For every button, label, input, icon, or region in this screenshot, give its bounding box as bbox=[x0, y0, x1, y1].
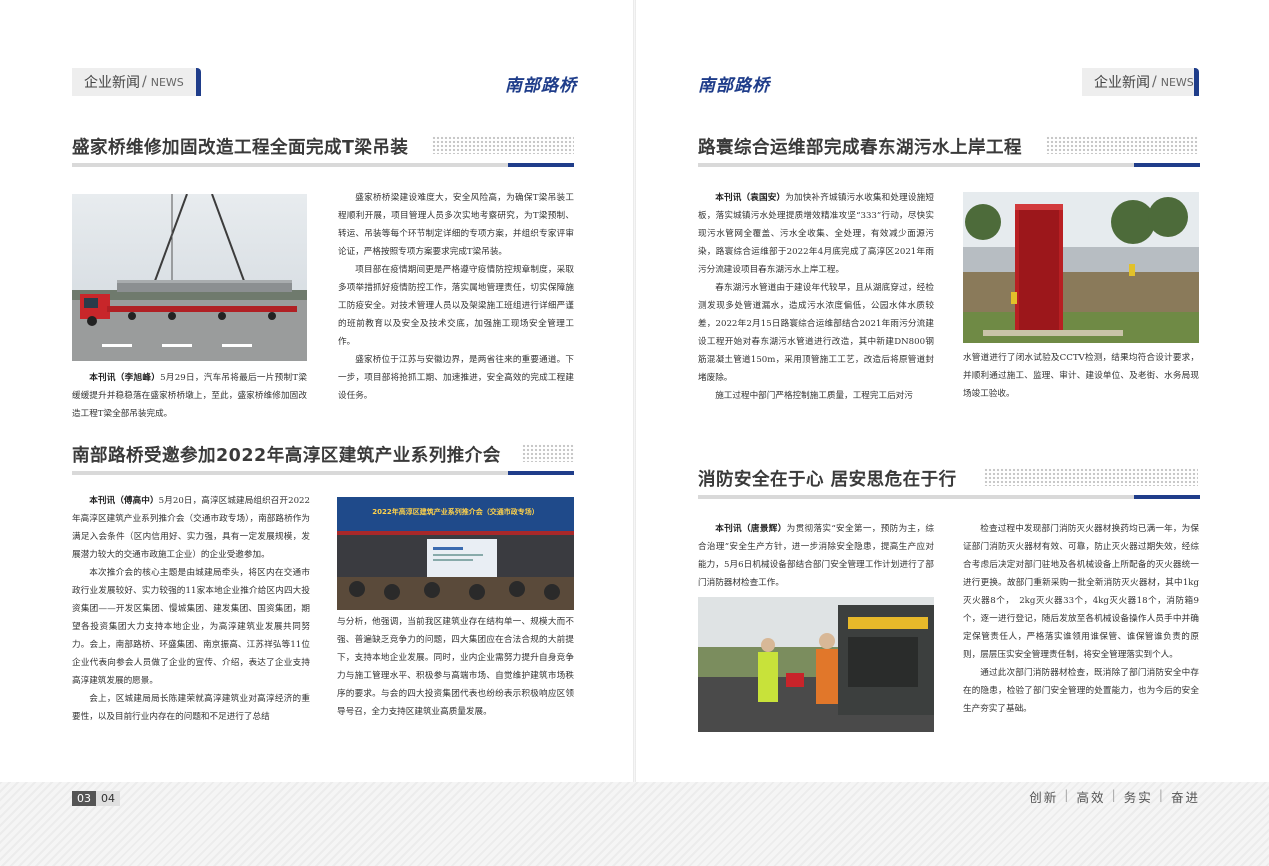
paragraph: 与分析，他强调，当前我区建筑业存在结构单一、规模大而不强、普遍缺乏竞争力的问题，… bbox=[337, 617, 574, 717]
headline-rule bbox=[72, 471, 574, 475]
fire-extinguisher-photo bbox=[698, 597, 934, 732]
article-headline: 路寰综合运维部完成春东湖污水上岸工程 bbox=[698, 138, 1022, 158]
headline-dots bbox=[1046, 136, 1198, 154]
slogan-separator: | bbox=[1064, 787, 1071, 802]
article-body: 本刊讯（袁国安）为加快补齐城镇污水收集和处理设施短板，落实城镇污水处理提质增效精… bbox=[698, 189, 934, 405]
article-lead: 本刊讯（袁国安） bbox=[715, 193, 786, 203]
page-spine bbox=[633, 0, 636, 866]
paragraph: 项目部在疫情期间更是严格遵守疫情防控规章制度，采取多项举措抓好疫情防控工作，落实… bbox=[338, 265, 574, 347]
slogan-word: 奋进 bbox=[1170, 790, 1200, 805]
footer-slogan: 创新 | 高效 | 务实 | 奋进 bbox=[1029, 787, 1200, 806]
article-body: 本刊讯（唐景辉）为贯彻落实“安全第一，预防为主，综合治理”安全生产方针，进一步消… bbox=[698, 520, 934, 592]
paragraph: 盛家桥桥梁建设难度大，安全风险高，为确保T梁吊装工程顺利开展，项目管理人员多次实… bbox=[338, 193, 574, 257]
sewer-shaft-photo bbox=[963, 192, 1199, 343]
article-body-cont: 与分析，他强调，当前我区建筑业存在结构单一、规模大而不强、普遍缺乏竞争力的问题，… bbox=[337, 613, 574, 721]
paragraph: 检查过程中发现部门消防灭火器材换药均已满一年，为保证部门消防灭火器材有效、可靠，… bbox=[963, 524, 1199, 660]
headline-dots bbox=[984, 468, 1198, 486]
headline-rule bbox=[72, 163, 574, 167]
page-number-right: 04 bbox=[96, 791, 120, 806]
paragraph: 盛家桥位于江苏与安徽边界，是两省往来的重要通道。下一步，项目部将抢抓工期、加速推… bbox=[338, 355, 574, 401]
meeting-banner: 2022年高淳区建筑产业系列推介会（交通市政专场） bbox=[372, 508, 539, 516]
article-headline: 盛家桥维修加固改造工程全面完成T梁吊装 bbox=[72, 138, 409, 158]
article-body: 盛家桥桥梁建设难度大，安全风险高，为确保T梁吊装工程顺利开展，项目管理人员多次实… bbox=[338, 189, 574, 405]
article-lead: 本刊讯（唐景辉） bbox=[715, 524, 787, 534]
slogan-word: 高效 bbox=[1076, 790, 1106, 805]
headline-rule bbox=[698, 163, 1200, 167]
meeting-photo: 2022年高淳区建筑产业系列推介会（交通市政专场） bbox=[337, 497, 574, 610]
paragraph: 会上，区城建局局长陈建荣就高淳建筑业对高淳经济的重要性，以及目前行业内存在的问题… bbox=[72, 694, 310, 722]
headline-dots bbox=[432, 136, 574, 154]
section-tag: 企业新闻 / NEWS bbox=[1082, 68, 1199, 96]
headline-dots bbox=[522, 444, 574, 462]
slogan-separator: | bbox=[1158, 787, 1165, 802]
slogan-separator: | bbox=[1111, 787, 1118, 802]
article-headline: 消防安全在于心 居安思危在于行 bbox=[698, 470, 957, 490]
paragraph: 水管道进行了闭水试验及CCTV检测，结果均符合设计要求，并顺利通过施工、监理、审… bbox=[963, 353, 1199, 399]
page-numbers: 03 04 bbox=[72, 791, 120, 806]
article-headline: 南部路桥受邀参加2022年高淳区建筑产业系列推介会 bbox=[72, 446, 501, 466]
section-sub: NEWS bbox=[1160, 75, 1194, 89]
article-body: 本刊讯（傅高中）5月20日，高淳区城建局组织召开2022年高淳区建筑产业系列推介… bbox=[72, 492, 310, 726]
paragraph: 为加快补齐城镇污水收集和处理设施短板，落实城镇污水处理提质增效精准攻坚“333”… bbox=[698, 193, 934, 275]
slogan-word: 务实 bbox=[1123, 790, 1153, 805]
paragraph: 本次推介会的核心主题是由城建局牵头，将区内在交通市政行业发展较好、实力较强的11… bbox=[72, 568, 310, 686]
headline-rule bbox=[698, 495, 1200, 499]
section-label: 企业新闻 bbox=[1094, 75, 1150, 91]
photo-caption: 本刊讯（李旭峰）5月29日，汽车吊将最后一片预制T梁缓缓提升并稳稳落在盛家桥桥墩… bbox=[72, 369, 307, 423]
paragraph: 通过此次部门消防器材检查，既消除了部门消防安全中存在的隐患，检验了部门安全管理的… bbox=[963, 668, 1199, 714]
bridge-crane-photo bbox=[72, 194, 307, 361]
slogan-word: 创新 bbox=[1029, 790, 1059, 805]
brand-logo: 南部路桥 bbox=[698, 76, 770, 96]
article-body-cont: 水管道进行了闭水试验及CCTV检测，结果均符合设计要求，并顺利通过施工、监理、审… bbox=[963, 349, 1199, 403]
section-sub: NEWS bbox=[150, 75, 184, 89]
paragraph: 施工过程中部门严格控制施工质量，工程完工后对污 bbox=[715, 391, 913, 401]
article-lead: 本刊讯（傅高中） bbox=[89, 496, 159, 506]
section-label: 企业新闻 bbox=[84, 75, 140, 91]
paragraph: 春东湖污水管道由于建设年代较早，且从湖底穿过，经检测发现多处管道漏水，造成污水浓… bbox=[698, 283, 934, 383]
article-body-cont: 检查过程中发现部门消防灭火器材换药均已满一年，为保证部门消防灭火器材有效、可靠，… bbox=[963, 520, 1199, 718]
page-number-left: 03 bbox=[72, 791, 96, 806]
brand-logo: 南部路桥 bbox=[505, 76, 577, 96]
caption-lead: 本刊讯（李旭峰） bbox=[89, 373, 161, 383]
section-tag: 企业新闻 / NEWS bbox=[72, 68, 201, 96]
